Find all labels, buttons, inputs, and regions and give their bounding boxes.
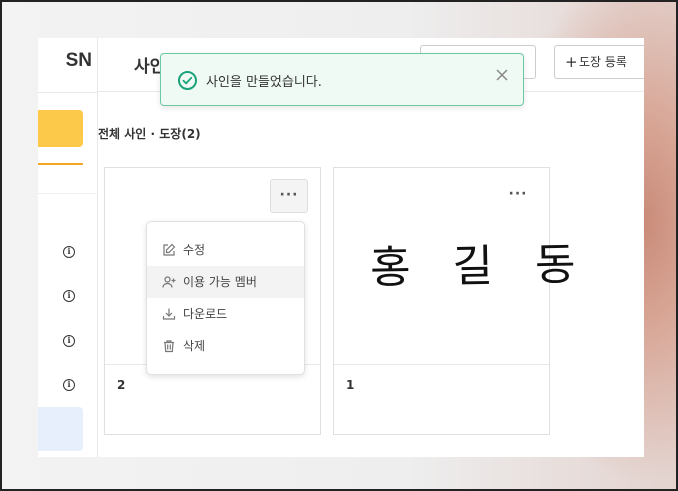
edit-icon [163,243,176,256]
info-icon[interactable]: i [63,290,75,302]
menu-item-label: 수정 [183,243,206,257]
sidebar-divider [38,92,98,93]
trash-icon [164,340,174,353]
info-icon[interactable]: i [63,246,75,258]
download-icon [162,308,176,320]
card-options-menu: 수정 이용 가능 멤버 다운로드 삭제 [146,221,305,375]
menu-item-delete[interactable]: 삭제 [147,330,304,362]
menu-item-download[interactable]: 다운로드 [147,298,304,330]
info-icon[interactable]: i [63,379,75,391]
more-options-button[interactable]: ··· [499,179,537,213]
check-mark [182,76,193,85]
signature-image: 홍 길 동 [369,239,590,294]
register-stamp-label: 도장 등록 [579,55,627,69]
section-title: 전체 사인 · 도장(2) [98,127,201,141]
sidebar-divider [38,193,98,194]
menu-item-label: 다운로드 [183,307,228,321]
info-icon[interactable]: i [63,335,75,347]
check-circle-icon [178,71,197,90]
sidebar-active-underline [38,163,83,165]
close-glyph [496,69,508,81]
app-logo: SN [65,50,92,71]
screenshot-frame: SN i i i i 사인 + 도장 등록 전체 사인 · 도장(2) ··· [0,0,678,491]
card-divider [334,364,549,365]
menu-item-label: 삭제 [183,339,206,353]
more-options-button[interactable]: ··· [270,179,308,213]
menu-item-edit[interactable]: 수정 [147,234,304,266]
success-toast: 사인을 만들었습니다. [160,53,524,106]
card-number: 2 [117,378,126,392]
plus-icon: + [565,53,578,71]
card-number: 1 [346,378,355,392]
sidebar: SN i i i i [38,38,98,457]
sidebar-primary-button[interactable] [38,110,83,147]
close-icon[interactable] [493,68,511,86]
add-member-icon [162,276,176,288]
register-stamp-button[interactable]: + 도장 등록 [554,45,644,79]
menu-item-available-members[interactable]: 이용 가능 멤버 [147,266,304,298]
toast-message: 사인을 만들었습니다. [206,75,322,90]
signature-card[interactable]: ··· 홍 길 동 1 [333,167,590,435]
sidebar-item-selected[interactable] [38,407,83,451]
menu-item-label: 이용 가능 멤버 [183,275,257,289]
